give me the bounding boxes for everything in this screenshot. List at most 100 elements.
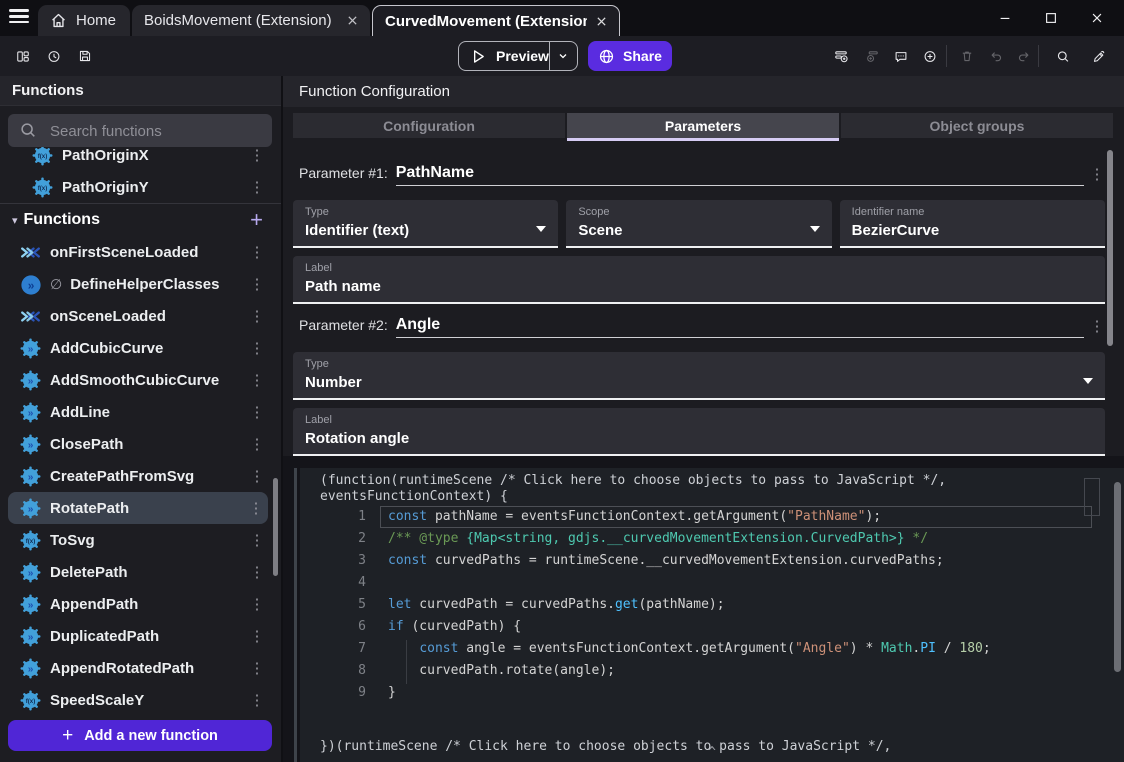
function-item[interactable]: »AppendRotatedPath⋮ (0, 652, 281, 684)
add-subevent-icon[interactable] (859, 43, 885, 69)
tab-boidsmovement[interactable]: BoidsMovement (Extension) (132, 5, 370, 36)
function-item[interactable]: f(x)ToSvg⋮ (0, 524, 281, 556)
field-label: Label (305, 414, 332, 426)
code-line[interactable]: 9} (300, 682, 1124, 704)
preview-main[interactable]: Preview (459, 42, 549, 70)
function-item[interactable]: f(x)PathOriginY⋮ (0, 171, 281, 203)
label-field[interactable]: Label Rotation angle (293, 408, 1105, 456)
code-line[interactable]: 6if (curvedPath) { (300, 616, 1124, 638)
history-icon[interactable] (41, 43, 67, 69)
search-box[interactable] (8, 114, 272, 147)
overflow-menu-icon[interactable]: ⋮ (247, 467, 267, 485)
function-item[interactable]: »AddSmoothCubicCurve⋮ (0, 364, 281, 396)
function-label: AppendPath (50, 596, 138, 613)
field-label: Identifier name (852, 206, 925, 218)
code-footer-line[interactable]: })(runtimeScene /* Click here to choose … (320, 739, 891, 755)
save-icon[interactable] (72, 43, 98, 69)
function-item[interactable]: »∅DefineHelperClasses⋮ (0, 268, 281, 300)
tab-home[interactable]: Home (38, 5, 130, 36)
overflow-menu-icon[interactable]: ⋮ (247, 178, 267, 196)
overflow-menu-icon[interactable]: ⋮ (247, 595, 267, 613)
overflow-menu-icon[interactable]: ⋮ (247, 627, 267, 645)
function-label: AppendRotatedPath (50, 660, 194, 677)
code-line[interactable]: 5let curvedPath = curvedPaths.get(pathNa… (300, 594, 1124, 616)
maximize-icon[interactable] (1038, 6, 1064, 30)
panel-title: Function Configuration (283, 76, 1124, 107)
comment-icon[interactable] (888, 43, 914, 69)
panel-layout-icon[interactable] (10, 43, 36, 69)
sidebar-scrollbar[interactable] (273, 478, 278, 576)
code-line[interactable]: 3const curvedPaths = runtimeScene.__curv… (300, 550, 1124, 572)
line-number: 2 (300, 528, 366, 550)
close-tab-icon[interactable] (596, 16, 607, 27)
function-item[interactable]: onFirstSceneLoaded⋮ (0, 236, 281, 268)
play-icon (470, 48, 487, 65)
add-new-function-button[interactable]: + Add a new function (8, 720, 272, 751)
share-button[interactable]: Share (588, 41, 672, 71)
circle-plus-icon[interactable] (917, 43, 943, 69)
overflow-menu-icon[interactable]: ⋮ (247, 275, 267, 293)
function-item[interactable]: f(x)SpeedScaleY⋮ (0, 684, 281, 716)
tab-curvedmovement[interactable]: CurvedMovement (Extension) (372, 5, 620, 37)
minimize-icon[interactable] (992, 6, 1018, 30)
parameter-name: Angle (396, 316, 440, 333)
code-line[interactable]: 4 (300, 572, 1124, 594)
code-line[interactable]: 2/** @type {Map<string, gdjs.__curvedMov… (300, 528, 1124, 550)
function-item[interactable]: onSceneLoaded⋮ (0, 300, 281, 332)
overflow-menu-icon[interactable]: ⋮ (247, 659, 267, 677)
tab-object-groups[interactable]: Object groups (841, 113, 1113, 138)
editor-scrollbar[interactable] (1114, 482, 1121, 672)
menu-icon[interactable] (9, 9, 31, 27)
preview-dropdown-icon[interactable] (549, 42, 577, 70)
undo-icon[interactable] (983, 43, 1009, 69)
overflow-menu-icon[interactable]: ⋮ (247, 403, 267, 421)
parameter-name-input[interactable]: Angle (396, 316, 1084, 338)
collapse-editor-caret[interactable]: ^ (708, 745, 716, 760)
function-item[interactable]: »DuplicatedPath⋮ (0, 620, 281, 652)
function-item[interactable]: »AddLine⋮ (0, 396, 281, 428)
fx-gear-icon: f(x) (32, 147, 53, 166)
parameter-name-input[interactable]: PathName (396, 164, 1084, 186)
tab-configuration[interactable]: Configuration (293, 113, 565, 138)
function-item[interactable]: »AddCubicCurve⋮ (0, 332, 281, 364)
trash-icon[interactable] (954, 43, 980, 69)
close-tab-icon[interactable] (347, 15, 358, 26)
overflow-menu-icon[interactable]: ⋮ (247, 531, 267, 549)
overflow-menu-icon[interactable]: ⋮ (247, 371, 267, 389)
code-line[interactable]: 8 curvedPath.rotate(angle); (300, 660, 1124, 682)
redo-icon[interactable] (1011, 43, 1037, 69)
overflow-menu-icon[interactable]: ⋮ (247, 147, 267, 164)
code-line[interactable]: 7 const angle = eventsFunctionContext.ge… (300, 638, 1124, 660)
search-icon[interactable] (1050, 43, 1076, 69)
extension-edit-icon[interactable] (1086, 43, 1112, 69)
overflow-menu-icon[interactable]: ⋮ (247, 435, 267, 453)
overflow-menu-icon[interactable]: ⋮ (247, 563, 267, 581)
label-field[interactable]: Label Path name (293, 256, 1105, 304)
functions-section-header[interactable]: ▾ Functions + (0, 204, 281, 236)
code-area[interactable]: (function(runtimeScene /* Click here to … (300, 468, 1124, 762)
code-line[interactable]: 1const pathName = eventsFunctionContext.… (300, 506, 1124, 528)
overflow-menu-icon[interactable]: ⋮ (247, 243, 267, 261)
type-select[interactable]: Type Number (293, 352, 1105, 400)
type-select[interactable]: Type Identifier (text) (293, 200, 558, 248)
overflow-menu-icon[interactable]: ⋮ (247, 307, 267, 325)
preview-button[interactable]: Preview (458, 41, 578, 71)
parameters-scrollbar[interactable] (1107, 150, 1113, 346)
overflow-menu-icon[interactable]: ⋮ (246, 499, 266, 517)
function-item[interactable]: f(x)PathOriginX⋮ (0, 147, 281, 171)
add-function-plus-icon[interactable]: + (244, 206, 269, 234)
function-item[interactable]: »AppendPath⋮ (0, 588, 281, 620)
identifier-name-field[interactable]: Identifier name BezierCurve (840, 200, 1105, 248)
close-window-icon[interactable] (1084, 6, 1110, 30)
search-input[interactable] (48, 114, 264, 149)
overflow-menu-icon[interactable]: ⋮ (247, 691, 267, 709)
tab-parameters[interactable]: Parameters (567, 113, 839, 138)
function-item[interactable]: »RotatePath⋮ (8, 492, 268, 524)
code-header[interactable]: (function(runtimeScene /* Click here to … (320, 473, 946, 505)
function-item[interactable]: »CreatePathFromSvg⋮ (0, 460, 281, 492)
function-item[interactable]: »ClosePath⋮ (0, 428, 281, 460)
overflow-menu-icon[interactable]: ⋮ (247, 339, 267, 357)
scope-select[interactable]: Scope Scene (566, 200, 831, 248)
function-item[interactable]: »DeletePath⋮ (0, 556, 281, 588)
add-event-icon[interactable] (828, 43, 854, 69)
